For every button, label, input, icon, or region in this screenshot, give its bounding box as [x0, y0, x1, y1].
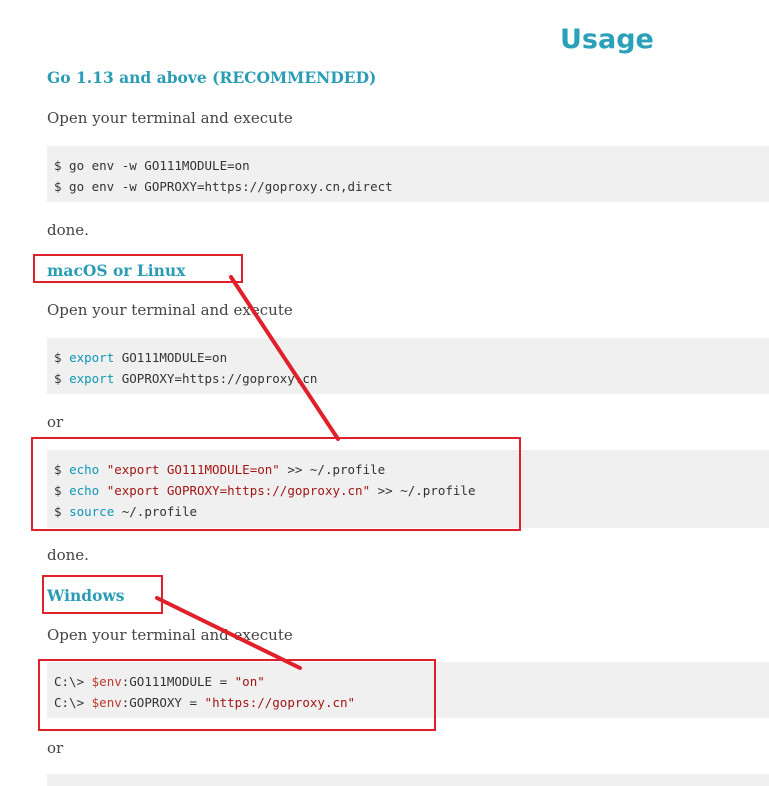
heading-go113: Go 1.13 and above (RECOMMENDED) — [47, 68, 377, 87]
code-block-go113[interactable]: $ go env -w GO111MODULE=on $ go env -w G… — [47, 146, 769, 202]
code-line: $ export GO111MODULE=on — [54, 350, 228, 365]
go113-intro-text: Open your terminal and execute — [47, 109, 293, 127]
go113-done-text: done. — [47, 221, 89, 239]
code-block-windows-alt[interactable] — [47, 774, 769, 786]
unix-intro-text: Open your terminal and execute — [47, 301, 293, 319]
code-block-unix-export[interactable]: $ export GO111MODULE=on $ export GOPROXY… — [47, 338, 769, 394]
annotation-box-windows-heading — [42, 575, 163, 614]
unix-or-text: or — [47, 413, 64, 431]
annotation-box-unix-profile — [31, 437, 521, 531]
windows-intro-text: Open your terminal and execute — [47, 626, 293, 644]
annotation-box-windows-code — [38, 659, 436, 731]
code-line: $ go env -w GOPROXY=https://goproxy.cn,d… — [54, 179, 393, 194]
page-title: Usage — [560, 24, 654, 55]
code-line: $ export GOPROXY=https://goproxy.cn — [54, 371, 318, 386]
annotation-box-macos-heading — [33, 254, 243, 283]
code-line: $ go env -w GO111MODULE=on — [54, 158, 250, 173]
unix-done-text: done. — [47, 546, 89, 564]
windows-or-text: or — [47, 739, 64, 757]
